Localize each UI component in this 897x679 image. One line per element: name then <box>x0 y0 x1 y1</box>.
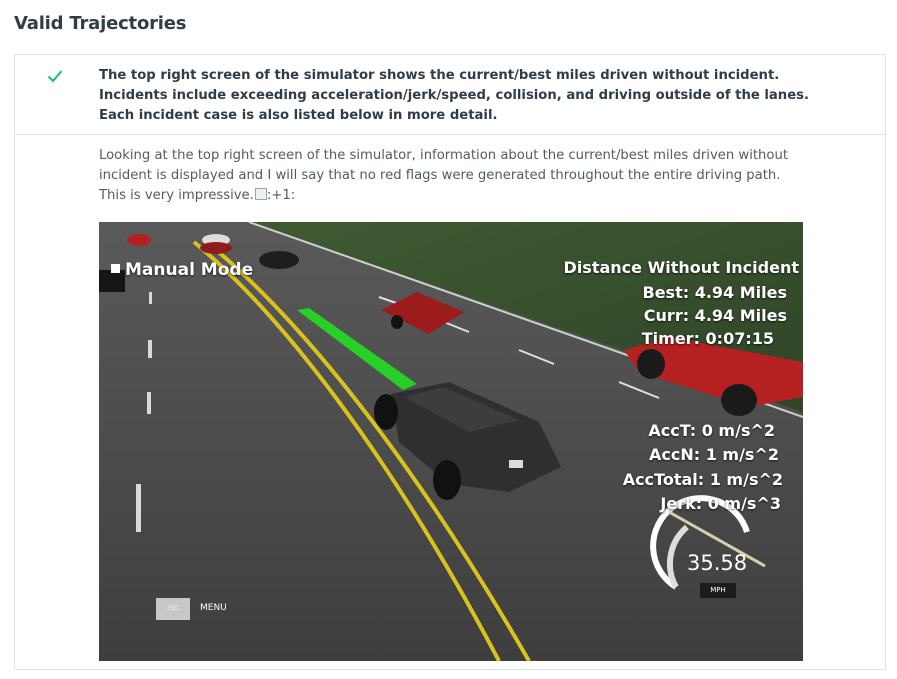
requirement-row: The top right screen of the simulator sh… <box>15 55 885 135</box>
simulator-screenshot: Manual Mode Distance Without Incident Be… <box>99 222 803 661</box>
acc-n: AccN: 1 m/s^2 <box>649 445 779 464</box>
rubric-card: The top right screen of the simulator sh… <box>14 54 886 670</box>
car-white-far <box>200 234 232 254</box>
acc-t: AccT: 0 m/s^2 <box>648 421 775 440</box>
esc-button[interactable]: ESC <box>156 598 190 620</box>
review-text: Looking at the top right screen of the s… <box>99 148 788 203</box>
broken-image-icon <box>254 188 267 200</box>
menu-label[interactable]: MENU <box>200 603 227 613</box>
broken-image-alt: :+1: <box>266 188 296 203</box>
review-comment: Looking at the top right screen of the s… <box>99 146 811 206</box>
speed-unit: MPH <box>700 583 736 598</box>
check-icon <box>47 70 63 83</box>
distance-title: Distance Without Incident <box>563 258 799 277</box>
timer: Timer: 0:07:15 <box>641 329 774 348</box>
manual-mode-label[interactable]: Manual Mode <box>111 260 253 280</box>
acc-total: AccTotal: 1 m/s^2 <box>622 470 783 489</box>
requirement-text: The top right screen of the simulator sh… <box>99 68 810 123</box>
best-miles: Best: 4.94 Miles <box>642 283 788 302</box>
jerk: Jerk: 0 m/s^3 <box>660 494 781 513</box>
manual-mode-text: Manual Mode <box>125 260 254 280</box>
section-title: Valid Trajectories <box>14 13 187 34</box>
car-dark-far <box>259 251 299 269</box>
current-miles: Curr: 4.94 Miles <box>643 306 787 325</box>
manual-mode-checkbox[interactable] <box>111 264 120 273</box>
speed-value: 35.58 <box>687 551 748 575</box>
car-red-far <box>127 234 151 246</box>
